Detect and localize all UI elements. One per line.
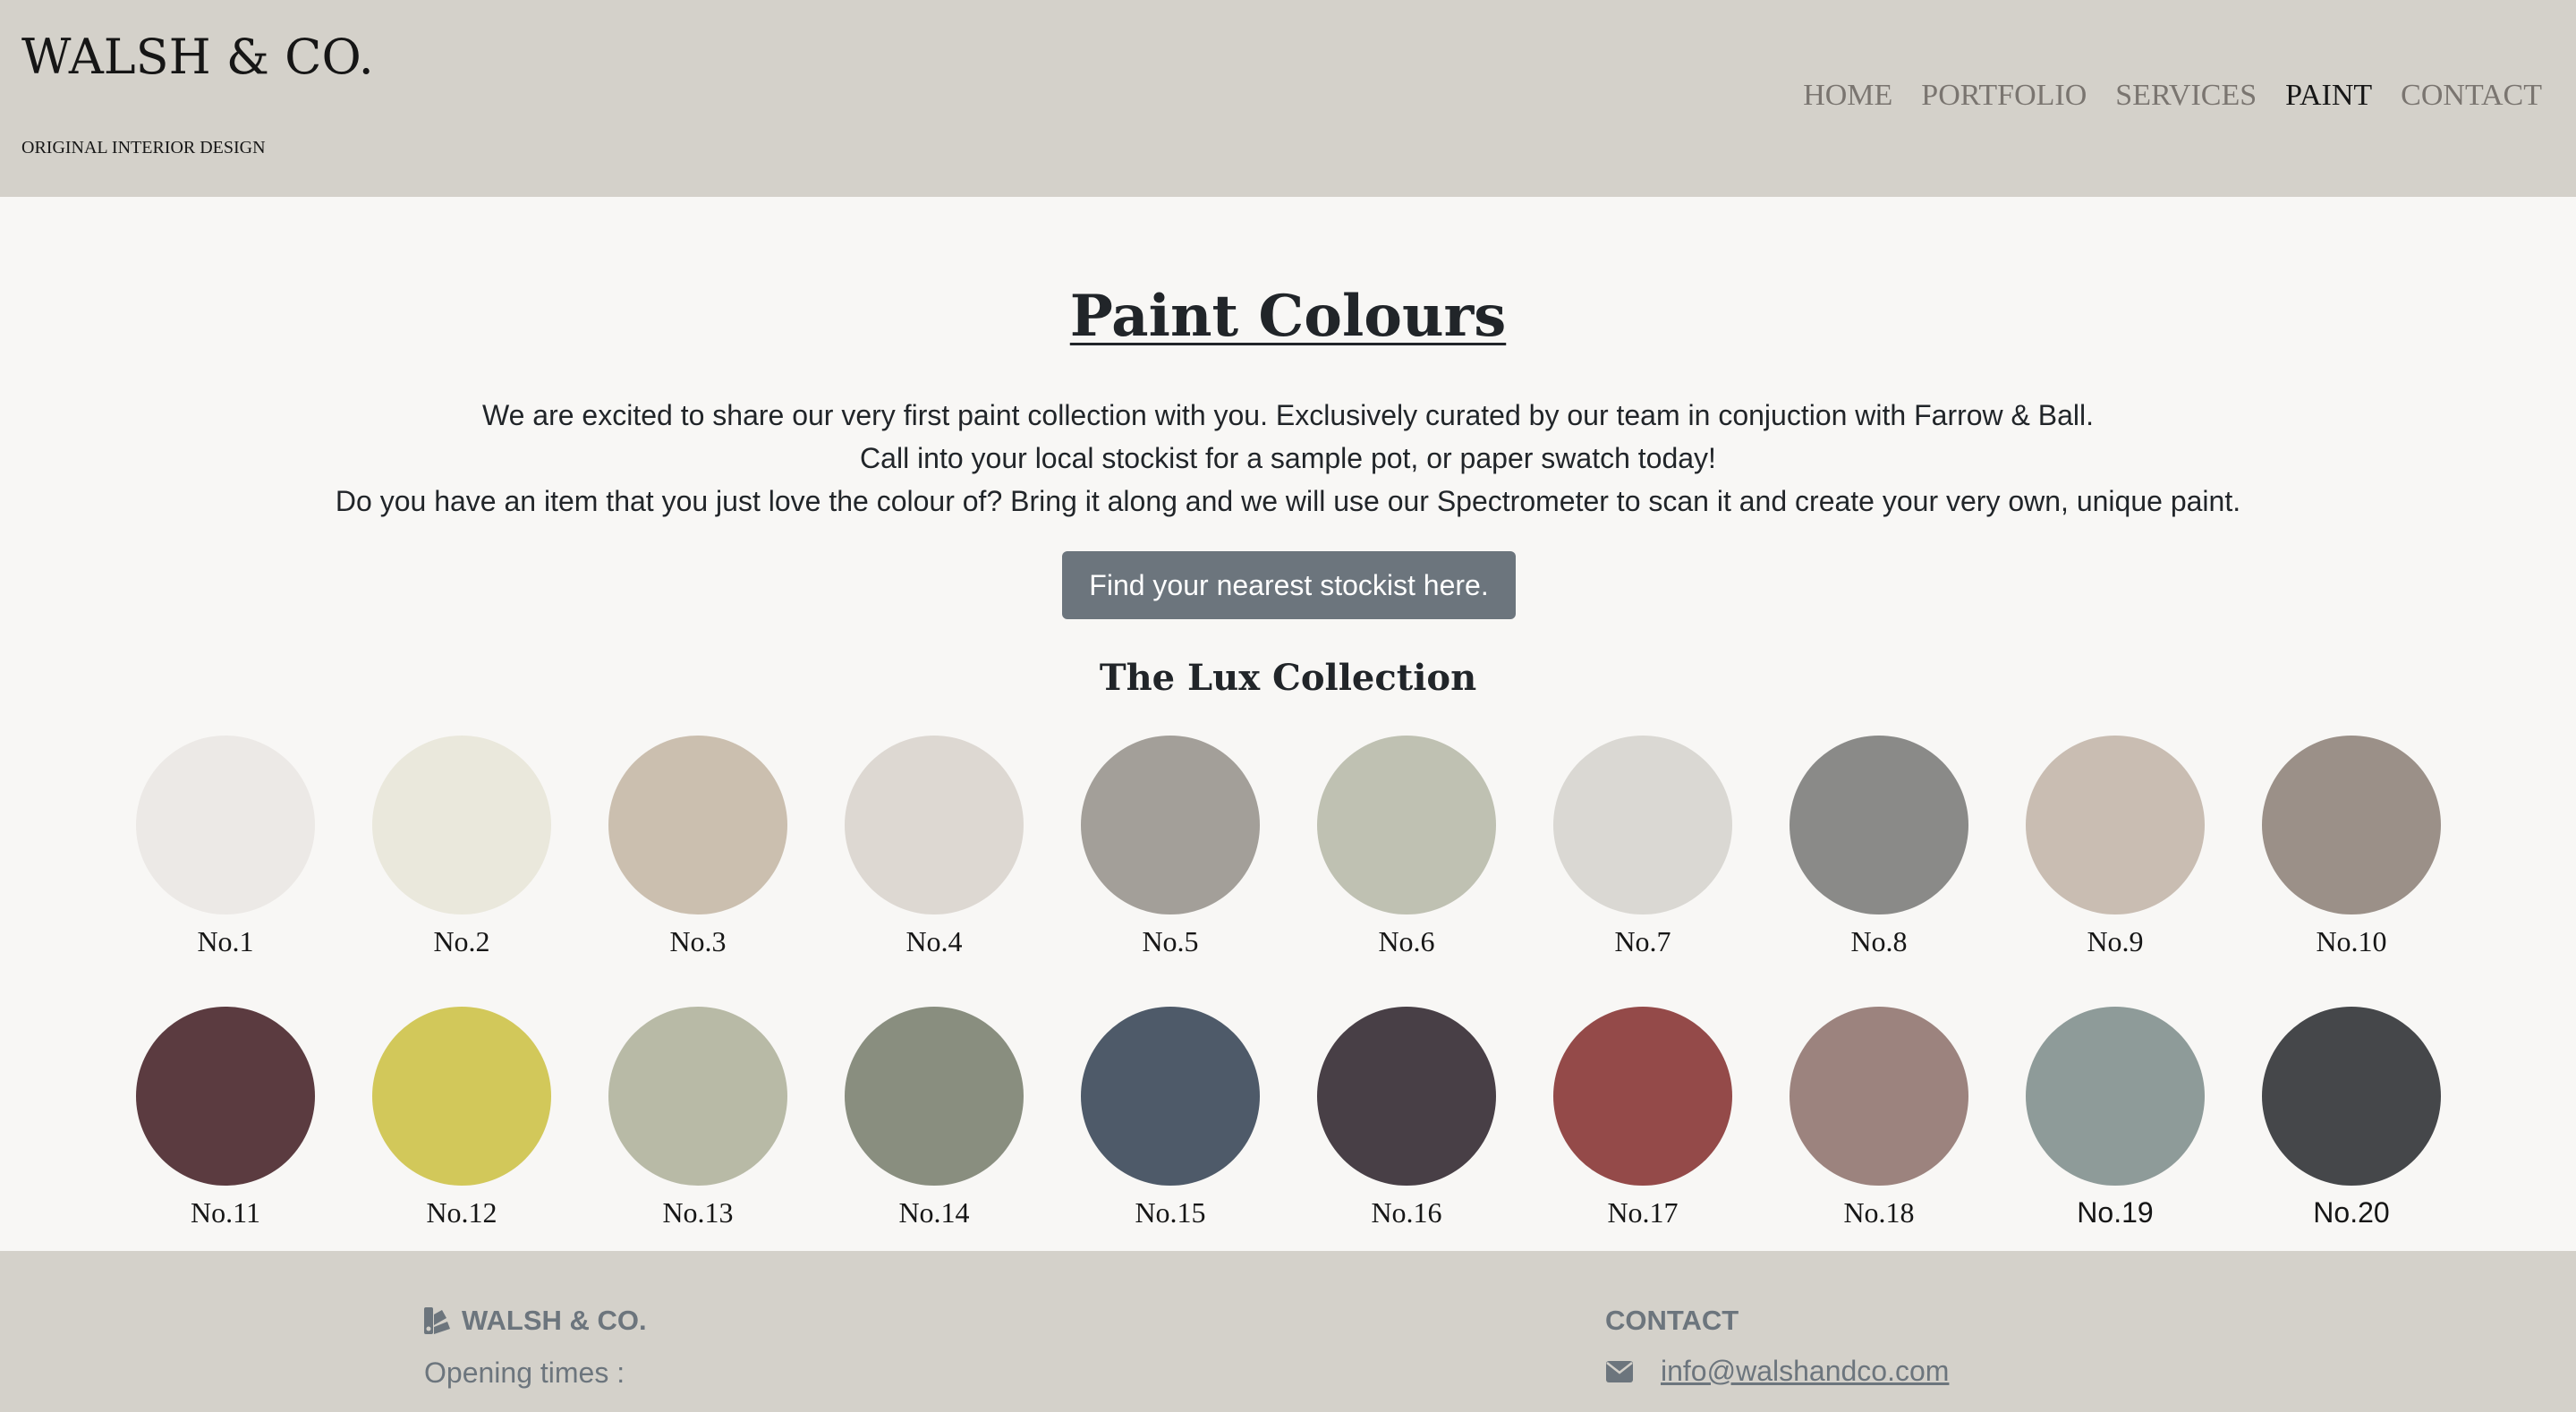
swatch-label: No.19	[2077, 1196, 2154, 1229]
swatch-label: No.8	[1850, 925, 1908, 957]
swatch-label: No.10	[2316, 925, 2387, 957]
paint-swatch[interactable]: No.17	[1525, 1007, 1761, 1229]
swatch-label: No.12	[426, 1196, 497, 1229]
swatch-circle[interactable]	[1317, 736, 1496, 914]
nav-item-portfolio[interactable]: PORTFOLIO	[1921, 79, 2087, 113]
brand-logo[interactable]: WALSH & CO.	[21, 29, 374, 85]
paint-swatch[interactable]: No.15	[1052, 1007, 1288, 1229]
paint-swatch[interactable]: No.2	[344, 736, 580, 958]
swatch-circle[interactable]	[1790, 1007, 1968, 1186]
swatch-label: No.18	[1843, 1196, 1915, 1229]
paint-swatch[interactable]: No.12	[344, 1007, 580, 1229]
footer-brand-label: WALSH & CO.	[462, 1305, 647, 1336]
paint-swatch[interactable]: No.5	[1052, 736, 1288, 958]
swatch-circle[interactable]	[1081, 736, 1260, 914]
page-title: Paint Colours	[1069, 283, 1507, 350]
paint-swatch[interactable]: No.1	[107, 736, 344, 958]
site-footer: WALSH & CO. Opening times : CONTACT info…	[0, 1251, 2576, 1412]
swatch-circle[interactable]	[1553, 736, 1732, 914]
footer-brand: WALSH & CO.	[422, 1305, 647, 1337]
intro-line: Do you have an item that you just love t…	[335, 485, 2241, 517]
swatch-circle[interactable]	[1081, 1007, 1260, 1186]
nav-item-paint[interactable]: PAINT	[2285, 79, 2372, 113]
swatch-label: No.5	[1142, 925, 1199, 957]
swatch-label: No.14	[898, 1196, 970, 1229]
swatch-label: No.1	[197, 925, 254, 957]
swatch-circle[interactable]	[608, 736, 787, 914]
paint-swatch[interactable]: No.19	[1997, 1007, 2233, 1229]
swatch-label: No.3	[669, 925, 727, 957]
site-header: WALSH & CO. ORIGINAL INTERIOR DESIGN HOM…	[0, 0, 2576, 197]
nav-item-home[interactable]: HOME	[1803, 79, 1892, 113]
intro-line: Call into your local stockist for a samp…	[860, 442, 1716, 474]
swatch-circle[interactable]	[2262, 1007, 2441, 1186]
paint-swatch[interactable]: No.6	[1288, 736, 1525, 958]
footer-contact-title: CONTACT	[1605, 1305, 1739, 1336]
envelope-icon	[1605, 1360, 1634, 1383]
swatch-label: No.2	[433, 925, 490, 957]
main-nav: HOME PORTFOLIO SERVICES PAINT CONTACT	[1803, 79, 2542, 113]
swatch-circle[interactable]	[845, 736, 1024, 914]
email-link[interactable]: info@walshandco.com	[1661, 1355, 1949, 1388]
swatch-label: No.11	[191, 1196, 260, 1229]
swatch-circle[interactable]	[2026, 1007, 2205, 1186]
swatch-circle[interactable]	[372, 736, 551, 914]
swatch-circle[interactable]	[845, 1007, 1024, 1186]
swatch-label: No.9	[2087, 925, 2144, 957]
footer-email-row: info@walshandco.com	[1605, 1355, 1949, 1388]
swatch-circle[interactable]	[608, 1007, 787, 1186]
swatch-grid: No.1 No.2 No.3 No.4 No.5 No.6 No.7 No.8 No.9 No.1…	[107, 736, 2470, 1229]
paint-swatch[interactable]: No.18	[1761, 1007, 1997, 1229]
paint-swatch[interactable]: No.14	[816, 1007, 1052, 1229]
swatch-circle[interactable]	[1553, 1007, 1732, 1186]
nav-item-services[interactable]: SERVICES	[2115, 79, 2257, 113]
brand-tagline: ORIGINAL INTERIOR DESIGN	[21, 138, 266, 157]
swatch-label: No.4	[905, 925, 963, 957]
swatch-label: No.16	[1371, 1196, 1442, 1229]
paint-swatch[interactable]: No.8	[1761, 736, 1997, 958]
swatch-label: No.7	[1614, 925, 1671, 957]
intro-line: We are excited to share our very first p…	[481, 399, 2095, 431]
swatch-circle[interactable]	[372, 1007, 551, 1186]
swatch-circle[interactable]	[136, 736, 315, 914]
opening-times-label: Opening times :	[424, 1357, 625, 1389]
paint-swatch[interactable]: No.7	[1525, 736, 1761, 958]
collection-title: The Lux Collection	[1099, 657, 1477, 699]
paint-swatch[interactable]: No.16	[1288, 1007, 1525, 1229]
main-content: Paint Colours We are excited to share ou…	[0, 197, 2576, 1251]
intro-text: We are excited to share our very first p…	[0, 394, 2576, 523]
swatch-label: No.13	[662, 1196, 734, 1229]
swatch-label: No.17	[1607, 1196, 1679, 1229]
swatch-circle[interactable]	[1790, 736, 1968, 914]
find-stockist-button[interactable]: Find your nearest stockist here.	[1062, 551, 1516, 619]
swatch-label: No.20	[2313, 1196, 2390, 1229]
paint-swatch[interactable]: No.4	[816, 736, 1052, 958]
swatch-label: No.15	[1135, 1196, 1206, 1229]
swatch-circle[interactable]	[1317, 1007, 1496, 1186]
nav-item-contact[interactable]: CONTACT	[2401, 79, 2542, 113]
paint-swatch[interactable]: No.13	[580, 1007, 816, 1229]
swatch-circle[interactable]	[136, 1007, 315, 1186]
paint-swatch[interactable]: No.11	[107, 1007, 344, 1229]
swatch-circle[interactable]	[2262, 736, 2441, 914]
paint-swatch[interactable]: No.3	[580, 736, 816, 958]
swatch-circle[interactable]	[2026, 736, 2205, 914]
swatchbook-icon	[422, 1306, 453, 1336]
paint-swatch[interactable]: No.9	[1997, 736, 2233, 958]
paint-swatch[interactable]: No.10	[2233, 736, 2470, 958]
swatch-label: No.6	[1378, 925, 1435, 957]
paint-swatch[interactable]: No.20	[2233, 1007, 2470, 1229]
